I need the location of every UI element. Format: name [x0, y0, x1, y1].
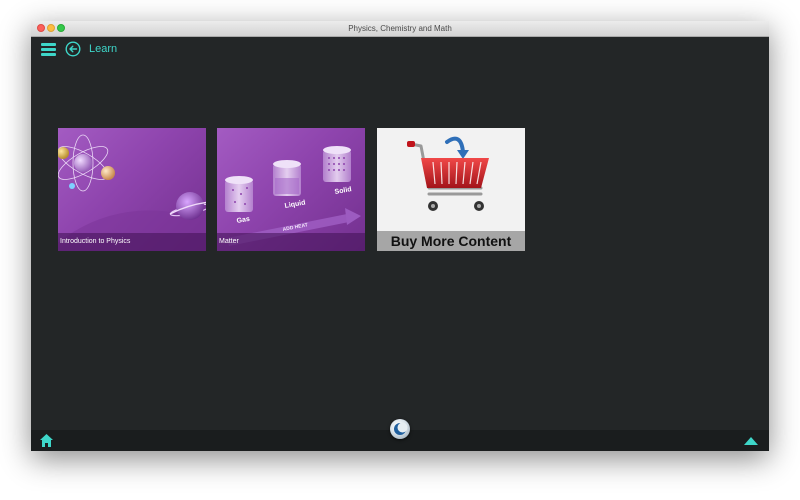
- tile-introduction-to-physics[interactable]: Introduction to Physics: [58, 128, 206, 251]
- buy-more-content-label: Buy More Content: [377, 231, 525, 251]
- tile-buy-more-content[interactable]: Buy More Content: [377, 128, 525, 251]
- window-title: Physics, Chemistry and Math: [348, 24, 452, 33]
- home-icon[interactable]: [39, 433, 54, 448]
- page-title: Learn: [89, 43, 118, 55]
- solid-label: Solid: [334, 186, 352, 196]
- moon-orb-icon[interactable]: [390, 419, 410, 439]
- liquid-label: Liquid: [284, 199, 306, 210]
- gas-label: Gas: [236, 216, 250, 225]
- back-arrow-icon[interactable]: [65, 41, 81, 57]
- crescent-icon: [394, 422, 408, 435]
- up-arrow-icon[interactable]: [743, 436, 759, 446]
- hamburger-menu-icon[interactable]: [41, 42, 56, 57]
- tile-caption: Introduction to Physics: [58, 233, 206, 251]
- tile-matter[interactable]: Gas Liquid Solid ADD HEAT Matter: [217, 128, 365, 251]
- tile-caption: Matter: [217, 233, 365, 251]
- title-bar: Physics, Chemistry and Math: [31, 21, 769, 37]
- app-window: Physics, Chemistry and Math Learn Introd…: [31, 21, 769, 451]
- main-content: Learn Introduction to Physics Gas Liquid…: [31, 37, 769, 430]
